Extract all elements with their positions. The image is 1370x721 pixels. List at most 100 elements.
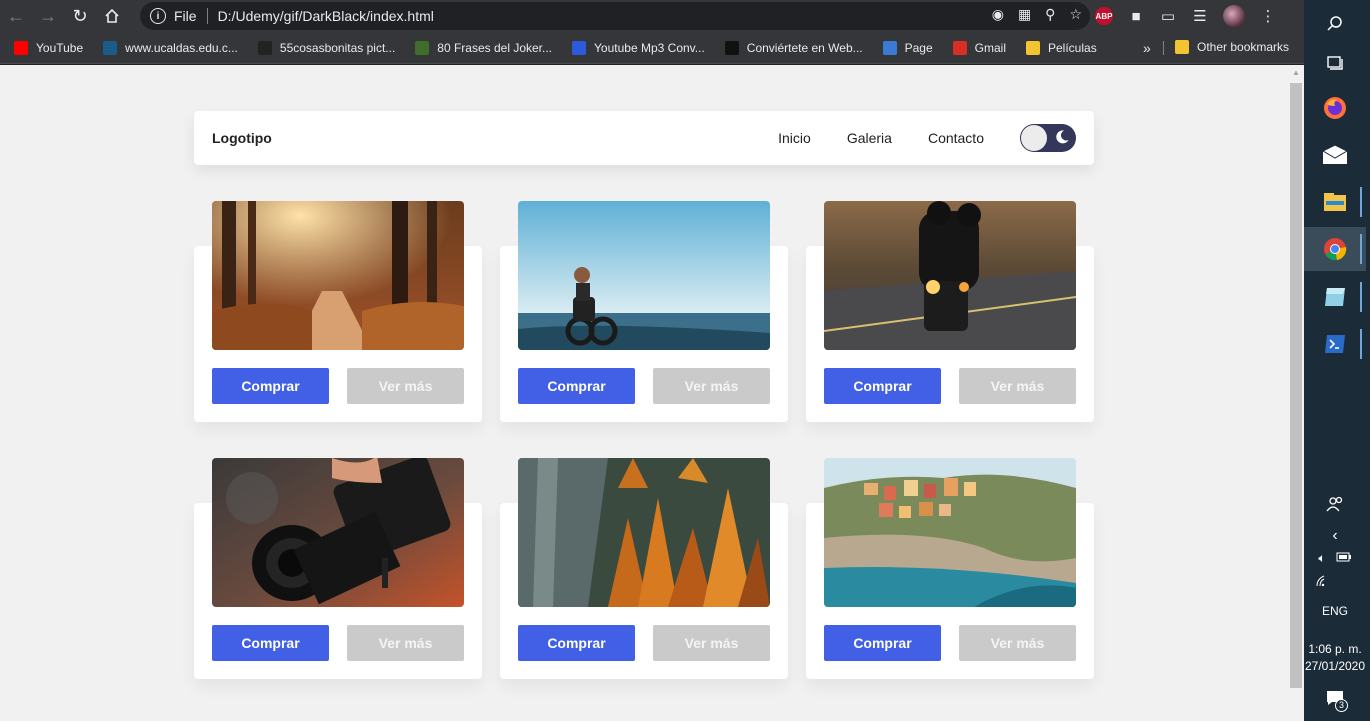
clock-date[interactable]: 27/01/2020 [1304,659,1366,673]
toggle-knob [1021,125,1047,151]
bookmark-favicon-icon [952,40,967,55]
bookmark-favicon-icon [14,40,28,55]
bookmark-star-icon[interactable]: ☆ [1069,6,1082,23]
cast-icon[interactable]: ▭ [1159,7,1177,25]
see-more-button[interactable]: Ver más [653,368,770,404]
back-icon[interactable]: ← [0,0,32,32]
buy-button[interactable]: Comprar [824,625,941,661]
buy-button[interactable]: Comprar [824,368,941,404]
wifi-icon[interactable] [1304,575,1366,590]
more-bookmarks-chevron[interactable]: » [1143,40,1151,56]
running-indicator [1360,282,1362,312]
bookmark-label: 55cosasbonitas pict... [279,40,396,55]
task-view-icon[interactable] [1304,40,1366,84]
buy-button[interactable]: Comprar [212,368,329,404]
scroll-up-arrow-icon[interactable]: ▲ [1288,65,1304,81]
bookmark-favicon-icon [415,40,430,55]
bookmark-favicon-icon [724,40,739,55]
clock-time[interactable]: 1:06 p. m. [1304,642,1366,656]
bookmark-item[interactable]: YouTube [14,40,84,55]
bookmark-label: Page [904,40,933,55]
see-more-button[interactable]: Ver más [653,625,770,661]
see-more-button[interactable]: Ver más [347,625,464,661]
bookmark-label: www.ucaldas.edu.c... [125,40,238,55]
bookmark-label: Películas [1048,40,1097,55]
extension-icon[interactable]: ■ [1127,8,1145,25]
file-explorer-icon[interactable] [1304,180,1366,224]
bookmark-label: Gmail [974,40,1006,55]
other-bookmarks-label: Other bookmarks [1197,40,1290,54]
bookmark-item[interactable]: Youtube Mp3 Conv... [572,40,705,55]
bookmark-label: YouTube [36,40,84,55]
zoom-icon[interactable]: ⚲ [1045,6,1055,23]
page-viewport: Logotipo Inicio Galeria Contacto Comprar… [0,65,1288,721]
buy-button[interactable]: Comprar [518,368,635,404]
chrome-icon[interactable] [1304,227,1366,271]
address-bar[interactable]: i File D:/Udemy/gif/DarkBlack/index.html… [140,2,1090,30]
card-photo-camera [212,458,464,607]
site-logo[interactable]: Logotipo [212,130,272,146]
see-more-button[interactable]: Ver más [347,368,464,404]
windows-taskbar: ‹ 🔈︎ ENG 1:06 p. m. 27/01/2020 3 [1304,0,1370,721]
page-scrollbar[interactable]: ▲ [1288,65,1304,721]
bookmark-favicon-icon [882,40,897,55]
bookmark-favicon-icon [257,40,272,55]
firefox-icon[interactable] [1304,86,1366,130]
buy-button[interactable]: Comprar [518,625,635,661]
site-info-icon[interactable]: i [150,8,166,24]
address-url[interactable]: D:/Udemy/gif/DarkBlack/index.html [218,8,434,24]
reload-icon[interactable]: ↻ [64,0,96,32]
bookmarks-bar: YouTube www.ucaldas.edu.c... 55cosasbonita… [0,32,1304,64]
site-navbar: Logotipo Inicio Galeria Contacto [194,111,1094,165]
dark-mode-toggle[interactable] [1020,124,1076,152]
bookmark-item[interactable]: Gmail [952,40,1006,55]
adblock-plus-icon[interactable]: ABP [1095,7,1113,25]
bookmark-item[interactable]: www.ucaldas.edu.c... [103,40,238,55]
bookmark-item[interactable]: Page [882,40,933,55]
blocked-content-icon[interactable]: ◉ [992,6,1004,23]
bookmark-label: Conviértete en Web... [746,40,863,55]
bookmark-item[interactable]: 55cosasbonitas pict... [257,40,396,55]
other-bookmarks-folder[interactable]: Other bookmarks [1175,40,1289,54]
language-indicator[interactable]: ENG [1304,604,1366,618]
volume-icon[interactable]: 🔈︎ [1318,551,1325,566]
nav-link-galeria[interactable]: Galeria [847,130,892,146]
moon-icon [1056,130,1069,144]
running-indicator [1360,187,1362,217]
bookmark-favicon-icon [103,40,118,55]
notification-count-badge: 3 [1335,699,1348,712]
profile-avatar[interactable] [1223,5,1245,27]
forward-icon[interactable]: → [32,0,64,32]
home-icon[interactable] [96,0,128,32]
bookmark-label: Youtube Mp3 Conv... [594,40,705,55]
bookmark-favicon-icon [1026,40,1040,55]
running-indicator [1360,329,1362,359]
battery-icon[interactable] [1336,551,1352,566]
card-photo-forest [212,201,464,350]
bookmark-item[interactable]: Películas [1026,40,1097,55]
folder-icon [1175,40,1189,54]
action-center-icon[interactable]: 3 [1304,690,1366,712]
mail-icon[interactable] [1304,133,1366,177]
buy-button[interactable]: Comprar [212,625,329,661]
card-photo-motorcycle [824,201,1076,350]
menu-kebab-icon[interactable]: ⋮ [1259,7,1277,25]
bookmark-item[interactable]: Conviértete en Web... [724,40,863,55]
translate-icon[interactable]: ▦ [1018,6,1031,23]
address-scheme-label: File [174,8,197,24]
bookmark-item[interactable]: 80 Frases del Joker... [415,40,553,55]
see-more-button[interactable]: Ver más [959,368,1076,404]
running-indicator [1360,234,1362,264]
bookmark-label: 80 Frases del Joker... [437,40,553,55]
media-controls-icon[interactable]: ☰ [1191,7,1209,25]
powershell-icon[interactable] [1304,322,1366,366]
bookmark-favicon-icon [572,40,587,55]
nav-link-inicio[interactable]: Inicio [778,130,811,146]
see-more-button[interactable]: Ver más [959,625,1076,661]
nav-link-contacto[interactable]: Contacto [928,130,984,146]
app-shortcut-icon[interactable] [1304,275,1366,319]
card-photo-autumn-cliff [518,458,770,607]
bookmarks-divider [1163,41,1164,55]
browser-toolbar: ← → ↻ i File D:/Udemy/gif/DarkBlack/inde… [0,0,1304,32]
scrollbar-thumb[interactable] [1290,83,1302,688]
